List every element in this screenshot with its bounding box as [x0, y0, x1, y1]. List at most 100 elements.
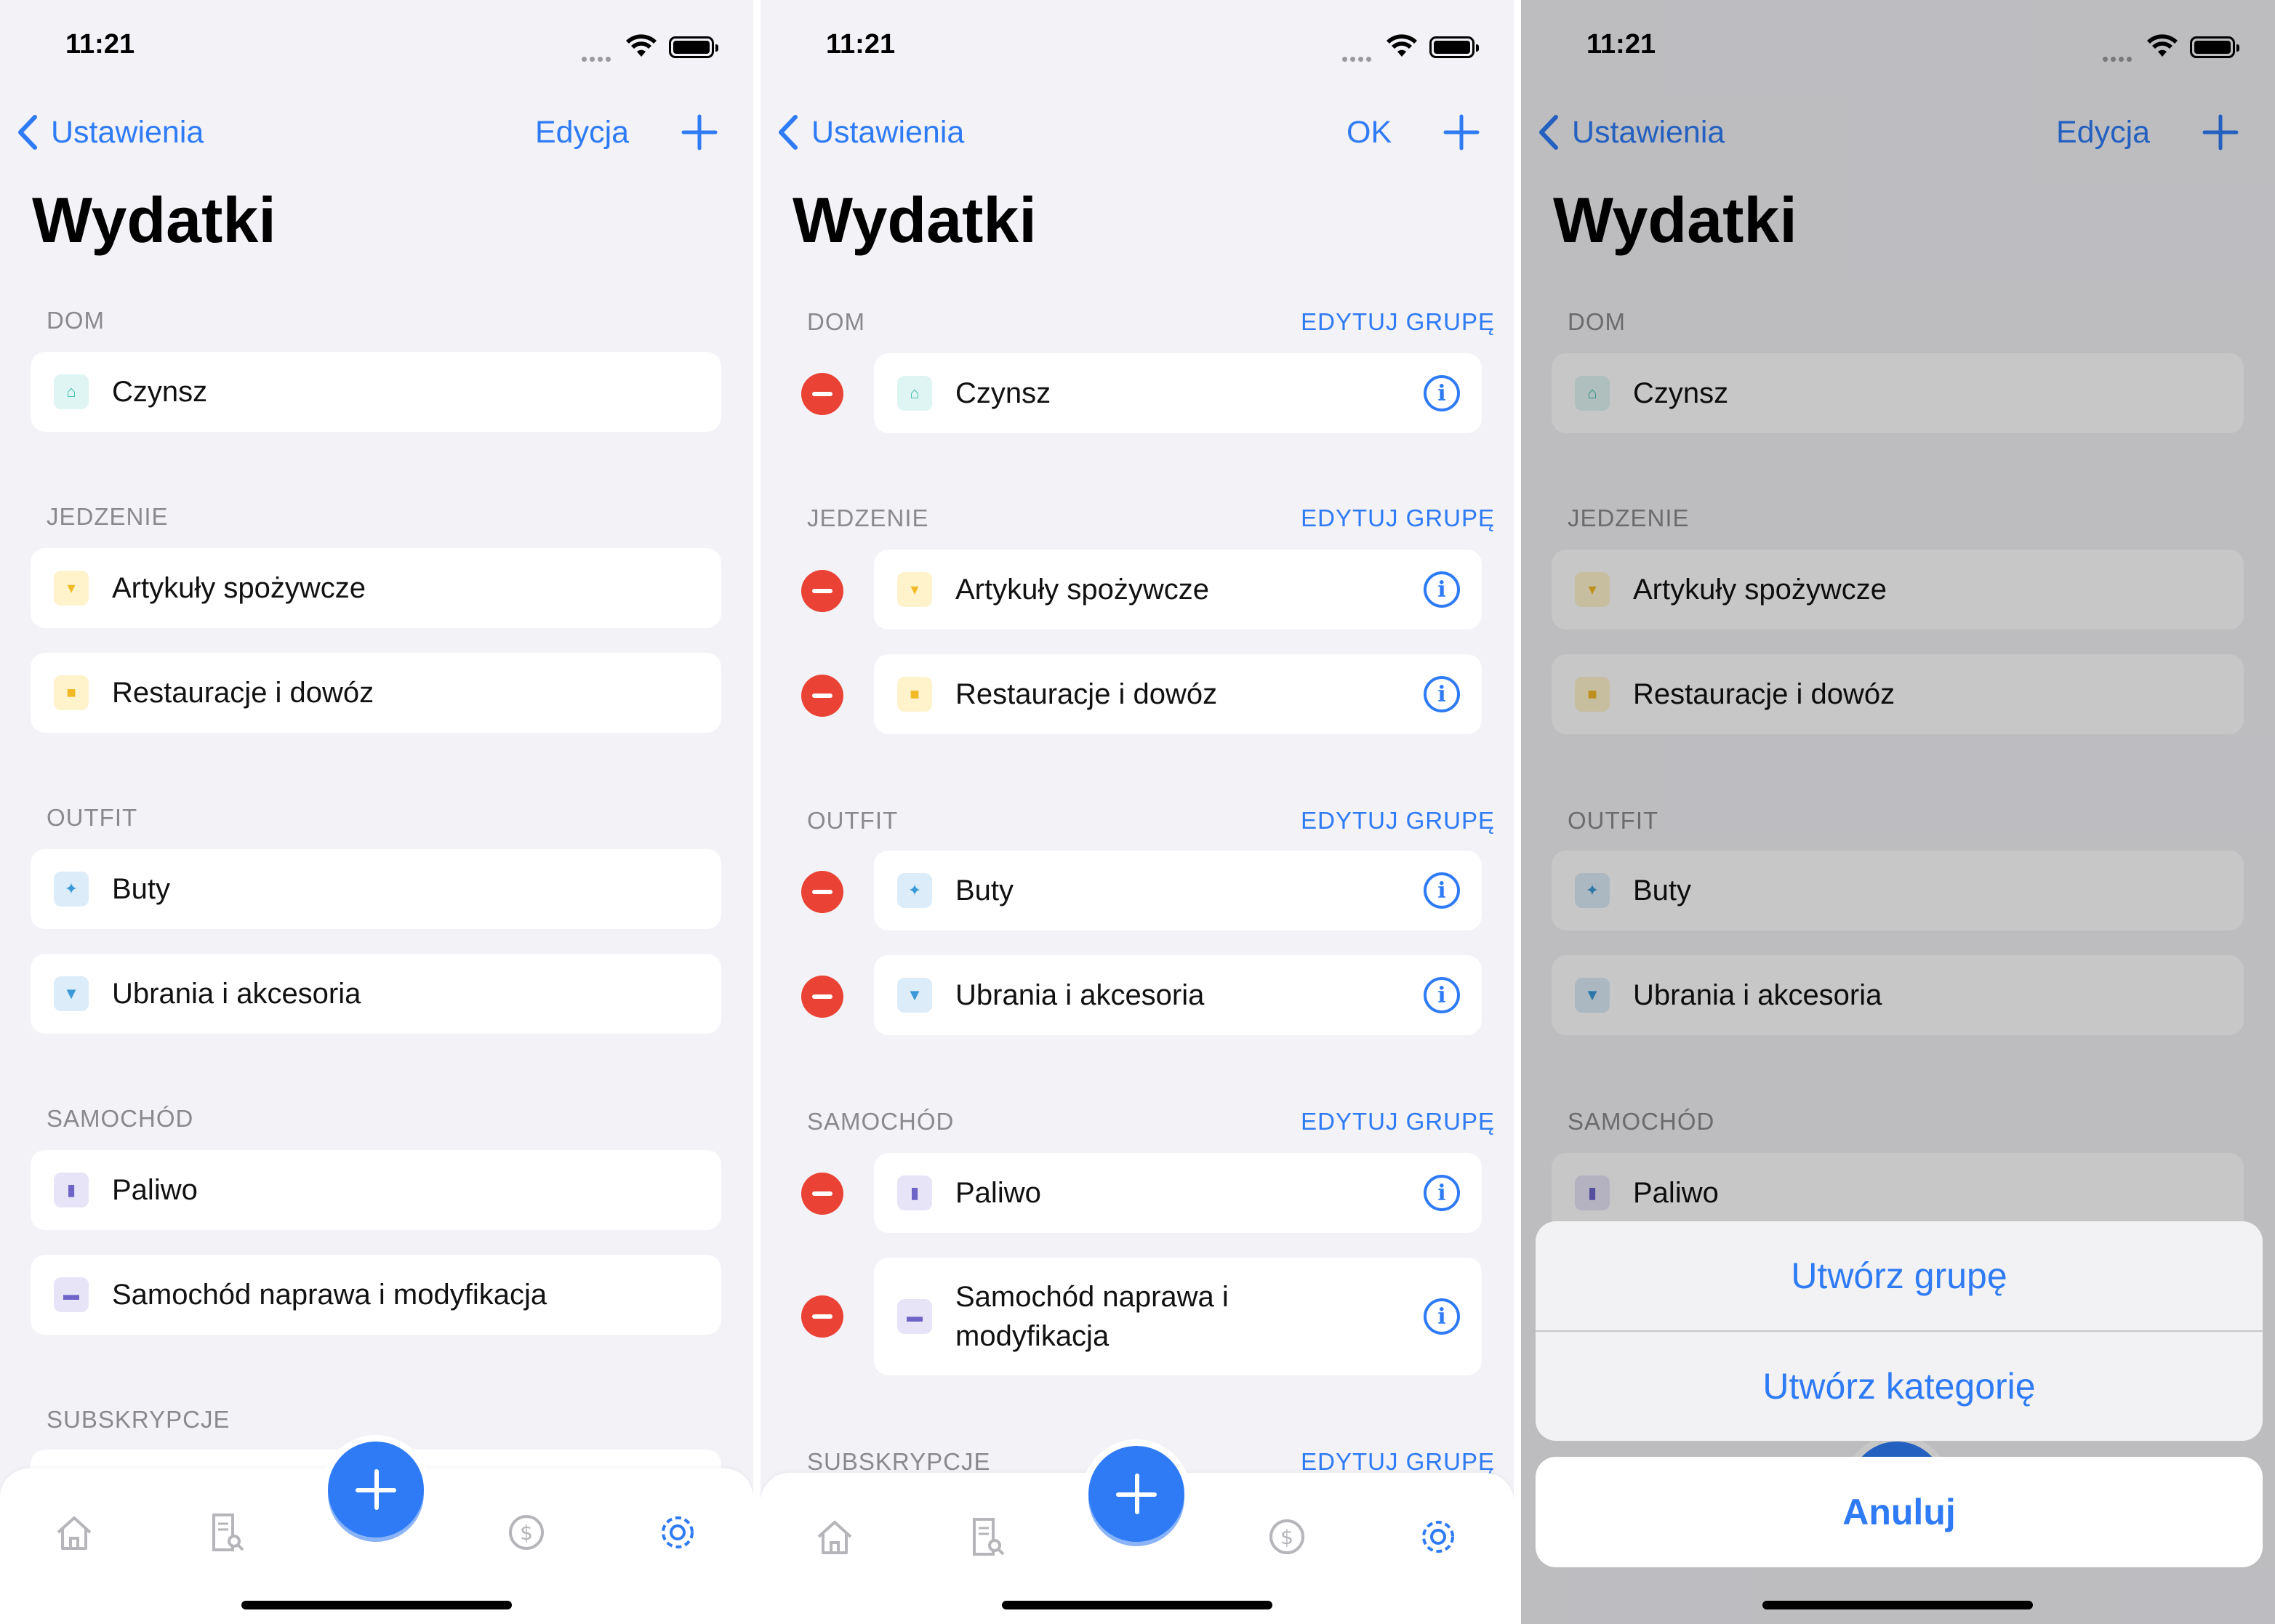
category-row[interactable]: ▾ Artykuły spożywcze [31, 548, 721, 628]
food-icon: ■ [897, 677, 932, 712]
done-button[interactable]: OK [1347, 109, 1392, 156]
dollar-icon[interactable]: $ [1265, 1515, 1309, 1559]
info-icon[interactable]: i [1424, 1175, 1460, 1211]
category-label: Paliwo [955, 1177, 1041, 1209]
cart-icon: ▾ [897, 572, 932, 607]
status-time: 11:21 [826, 29, 896, 60]
screen-default: 11:21 Ustawienia Edycja Wydatki DOM ⌂ Cz… [0, 0, 753, 1624]
signal-icon [582, 52, 617, 62]
create-category-button[interactable]: Utwórz kategorię [1536, 1332, 2263, 1441]
wifi-icon [626, 34, 657, 57]
home-icon[interactable] [52, 1511, 96, 1554]
chevron-left-icon [18, 115, 37, 150]
category-label: Artykuły spożywcze [112, 572, 366, 604]
section-header-outfit: OUTFIT [807, 807, 899, 834]
svg-text:$: $ [520, 1521, 533, 1545]
battery-icon [669, 36, 718, 58]
category-label: Samochód naprawa i modyfikacja [112, 1279, 547, 1311]
category-row[interactable]: ▾ Artykuły spożywcze i [874, 550, 1482, 630]
plus-icon [1088, 1446, 1184, 1542]
category-label: Buty [955, 875, 1014, 907]
receipt-search-icon[interactable] [964, 1515, 1008, 1559]
receipt-search-icon[interactable] [204, 1511, 247, 1554]
edit-group-button[interactable]: EDYTUJ GRUPĘ [1301, 807, 1495, 835]
food-icon: ■ [54, 675, 89, 710]
back-label: Ustawienia [51, 114, 204, 150]
cart-icon: ▾ [54, 571, 89, 606]
delete-button[interactable] [801, 1295, 843, 1338]
info-icon[interactable]: i [1424, 1298, 1460, 1335]
category-row[interactable]: ✦ Buty [31, 849, 721, 929]
car-icon: ▬ [897, 1299, 932, 1334]
back-label: Ustawienia [811, 114, 965, 150]
info-icon[interactable]: i [1424, 676, 1460, 712]
house-icon: ⌂ [54, 374, 89, 409]
category-row[interactable]: ■ Restauracje i dowóz i [874, 654, 1482, 734]
section-header-subskrypcje: SUBSKRYPCJE [47, 1406, 230, 1433]
info-icon[interactable]: i [1424, 872, 1460, 909]
edit-group-button[interactable]: EDYTUJ GRUPĘ [1301, 308, 1495, 336]
section-header-outfit: OUTFIT [47, 804, 138, 831]
category-row[interactable]: ✦ Buty i [874, 851, 1482, 930]
section-header-jedzenie: JEDZENIE [807, 505, 929, 531]
walking-icon: ✦ [54, 872, 89, 907]
info-icon[interactable]: i [1424, 375, 1460, 411]
category-row[interactable]: ⌂ Czynsz [31, 352, 721, 432]
cancel-button[interactable]: Anuluj [1536, 1457, 2263, 1567]
add-transaction-button[interactable] [321, 1435, 430, 1544]
gear-icon[interactable] [656, 1511, 699, 1554]
category-row[interactable]: ▼ Ubrania i akcesoria [31, 954, 721, 1034]
section-header-dom: DOM [47, 307, 105, 334]
category-row[interactable]: ⌂ Czynsz i [874, 353, 1482, 433]
info-icon[interactable]: i [1424, 977, 1460, 1013]
edit-group-button[interactable]: EDYTUJ GRUPĘ [1301, 1448, 1495, 1476]
category-row[interactable]: ▮ Paliwo [31, 1150, 721, 1230]
back-button[interactable]: Ustawienia [15, 109, 204, 156]
category-row[interactable]: ■ Restauracje i dowóz [31, 653, 721, 733]
category-row[interactable]: ▼ Ubrania i akcesoria i [874, 955, 1482, 1035]
delete-button[interactable] [801, 1173, 843, 1215]
dollar-icon[interactable]: $ [505, 1511, 548, 1554]
category-label: Paliwo [112, 1174, 198, 1206]
gear-icon[interactable] [1416, 1515, 1460, 1559]
house-icon: ⌂ [897, 376, 932, 411]
home-icon[interactable] [813, 1515, 856, 1559]
info-icon[interactable]: i [1424, 571, 1460, 608]
category-label: Restauracje i dowóz [955, 678, 1218, 710]
category-label: Buty [112, 873, 171, 905]
delete-button[interactable] [801, 871, 843, 913]
category-label: Samochód naprawa i modyfikacja [955, 1281, 1229, 1352]
category-row[interactable]: ▬ Samochód naprawa i modyfikacja [31, 1255, 721, 1335]
section-header-samochod: SAMOCHÓD [47, 1105, 194, 1132]
screen-edit-mode: 11:21 Ustawienia OK Wydatki DOM EDYTUJ G… [761, 0, 1514, 1624]
delete-button[interactable] [801, 976, 843, 1018]
category-label: Czynsz [112, 376, 208, 408]
delete-button[interactable] [801, 373, 843, 415]
category-label: Restauracje i dowóz [112, 677, 374, 709]
page-title: Wydatki [32, 184, 276, 256]
edit-button[interactable]: Edycja [535, 109, 629, 156]
action-sheet: Utwórz grupę Utwórz kategorię [1536, 1221, 2263, 1441]
screen-action-sheet: 11:21 Ustawienia Edycja Wydatki DOM ⌂ Cz… [1521, 0, 2275, 1624]
add-transaction-button[interactable] [1082, 1439, 1191, 1548]
chevron-left-icon [779, 115, 798, 150]
section-header-subskrypcje: SUBSKRYPCJE [807, 1448, 991, 1475]
tshirt-icon: ▼ [54, 976, 89, 1011]
delete-button[interactable] [801, 675, 843, 717]
edit-group-button[interactable]: EDYTUJ GRUPĘ [1301, 505, 1495, 532]
status-time: 11:21 [65, 29, 135, 60]
delete-button[interactable] [801, 570, 843, 612]
back-button[interactable]: Ustawienia [775, 109, 964, 156]
section-header-samochod: SAMOCHÓD [807, 1108, 955, 1135]
category-label: Artykuły spożywcze [955, 574, 1209, 606]
create-group-button[interactable]: Utwórz grupę [1536, 1221, 2263, 1330]
add-icon[interactable] [1440, 110, 1483, 154]
home-indicator [1762, 1601, 2033, 1609]
category-row[interactable]: ▬ Samochód naprawa i modyfikacja i [874, 1258, 1482, 1375]
category-label: Ubrania i akcesoria [112, 978, 361, 1010]
add-icon[interactable] [678, 110, 721, 154]
edit-group-button[interactable]: EDYTUJ GRUPĘ [1301, 1108, 1495, 1135]
category-row[interactable]: ▮ Paliwo i [874, 1153, 1482, 1233]
fuel-icon: ▮ [897, 1175, 932, 1210]
car-icon: ▬ [54, 1277, 89, 1312]
